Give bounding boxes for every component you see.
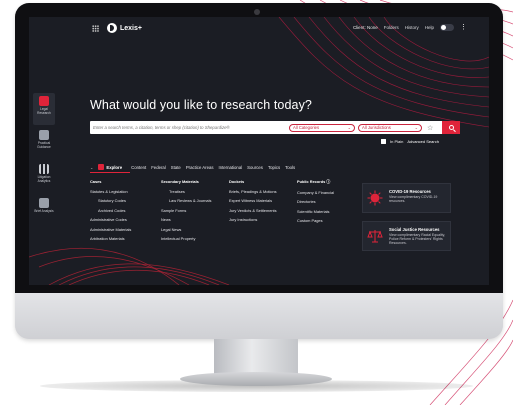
page-title: What would you like to research today? bbox=[90, 98, 312, 112]
theme-toggle[interactable] bbox=[440, 24, 454, 31]
list-item[interactable]: Company & Financial bbox=[297, 190, 334, 195]
list-item[interactable]: Statutory Codes bbox=[90, 198, 131, 203]
list-item[interactable]: Intellectual Property bbox=[161, 236, 211, 241]
tab-content[interactable]: Content bbox=[131, 165, 146, 170]
list-item[interactable]: News bbox=[161, 217, 211, 222]
column-head[interactable]: Public Records ⓘ bbox=[297, 179, 334, 185]
social-justice-resources-card[interactable]: Social Justice Resources View compliment… bbox=[362, 221, 451, 251]
covid-resources-card[interactable]: COVID-19 Resources View complimentary CO… bbox=[362, 183, 451, 213]
tab-federal[interactable]: Federal bbox=[151, 165, 166, 170]
explore-column-dockets: Dockets Briefs, Pleadings & Motions Expe… bbox=[229, 179, 277, 227]
list-item[interactable]: Law Reviews & Journals bbox=[161, 198, 211, 203]
tab-topics[interactable]: Topics bbox=[268, 165, 280, 170]
practical-guidance-icon bbox=[39, 130, 49, 140]
litigation-analytics-icon bbox=[39, 164, 49, 174]
explore-icon bbox=[98, 164, 105, 170]
explore-tabs: ⌄ Explore Content Federal State Practice… bbox=[90, 164, 295, 170]
chevron-down-icon[interactable]: ⌄ bbox=[90, 165, 93, 170]
chevron-down-icon: ⌄ bbox=[347, 125, 351, 130]
scales-of-justice-icon bbox=[367, 230, 383, 243]
lexis-logo-mark bbox=[107, 23, 117, 33]
top-bar: Lexis+ Client: None Folders History Help… bbox=[29, 17, 489, 39]
card-description: View complimentary Racial Equality, Poli… bbox=[389, 233, 446, 246]
rail-item-practical-guidance[interactable]: Practical Guidance bbox=[33, 127, 55, 159]
in-plain-label: In Plain bbox=[390, 139, 404, 144]
list-item[interactable]: Expert Witness Materials bbox=[229, 198, 277, 203]
active-tab-indicator bbox=[90, 172, 130, 173]
tab-international[interactable]: International bbox=[219, 165, 243, 170]
list-item[interactable]: Briefs, Pleadings & Motions bbox=[229, 189, 277, 194]
list-item[interactable]: Treatises bbox=[161, 189, 211, 194]
top-nav: Client: None Folders History Help ⋮ bbox=[353, 24, 467, 31]
star-icon[interactable]: ☆ bbox=[427, 124, 433, 132]
jurisdiction-select[interactable]: All Jurisdictions ⌄ bbox=[358, 123, 422, 132]
explore-column-secondary: Secondary Materials Treatises Law Review… bbox=[161, 179, 211, 246]
list-item[interactable]: Sample Forms bbox=[161, 208, 211, 213]
column-head[interactable]: Cases bbox=[90, 179, 131, 184]
app-name: Lexis+ bbox=[120, 24, 142, 32]
explore-column-cases: Cases Statutes & Legislation Statutory C… bbox=[90, 179, 131, 246]
brief-analysis-icon bbox=[39, 198, 49, 208]
stage: Lexis+ Client: None Folders History Help… bbox=[0, 0, 513, 405]
card-title: Social Justice Resources bbox=[389, 227, 440, 232]
list-item[interactable]: Scientific Materials bbox=[297, 209, 334, 214]
jurisdiction-select-value: All Jurisdictions bbox=[362, 125, 391, 130]
list-item[interactable]: Legal News bbox=[161, 227, 211, 232]
product-rail: Legal Research Practical Guidance Litiga… bbox=[33, 93, 55, 229]
list-item[interactable]: Arbitration Materials bbox=[90, 236, 131, 241]
covid-virus-icon bbox=[367, 190, 383, 206]
chevron-down-icon: ⌄ bbox=[414, 125, 418, 130]
rail-label: Brief Analysis bbox=[34, 209, 54, 213]
list-item[interactable]: Administrative Materials bbox=[90, 227, 131, 232]
tab-state[interactable]: State bbox=[171, 165, 181, 170]
search-icon bbox=[448, 125, 454, 130]
rail-label: Litigation Analytics bbox=[37, 175, 51, 183]
tab-explore[interactable]: Explore bbox=[98, 164, 122, 170]
column-head[interactable]: Dockets bbox=[229, 179, 277, 184]
list-item[interactable]: Archived Codes bbox=[90, 208, 131, 213]
lexis-logo[interactable]: Lexis+ bbox=[107, 22, 142, 34]
rail-label: Legal Research bbox=[37, 107, 51, 115]
list-item[interactable]: Jury Instructions bbox=[229, 217, 277, 222]
list-item[interactable]: Statutes & Legislation bbox=[90, 189, 131, 194]
category-select-value: All Categories bbox=[293, 125, 320, 130]
camera-icon bbox=[254, 9, 260, 15]
folders-link[interactable]: Folders bbox=[384, 25, 399, 30]
monitor-chin bbox=[15, 293, 503, 339]
list-item[interactable]: Jury Verdicts & Settlements bbox=[229, 208, 277, 213]
explore-column-public-records: Public Records ⓘ Company & Financial Dir… bbox=[297, 179, 334, 228]
rail-item-brief-analysis[interactable]: Brief Analysis bbox=[33, 195, 55, 227]
advanced-search-link[interactable]: Advanced Search bbox=[407, 139, 439, 144]
list-item[interactable]: Administrative Codes bbox=[90, 217, 131, 222]
tab-explore-label: Explore bbox=[106, 164, 123, 170]
list-item[interactable]: Directories bbox=[297, 199, 334, 204]
client-selector[interactable]: Client: None bbox=[353, 25, 378, 30]
more-menu-icon[interactable]: ⋮ bbox=[460, 24, 467, 31]
rail-label: Practical Guidance bbox=[37, 141, 51, 149]
search-button[interactable] bbox=[442, 121, 460, 134]
search-bar: All Categories ⌄ All Jurisdictions ⌄ ☆ bbox=[90, 121, 460, 134]
rail-item-litigation-analytics[interactable]: Litigation Analytics bbox=[33, 161, 55, 193]
in-plain-checkbox[interactable] bbox=[381, 139, 386, 144]
list-item[interactable]: Custom Pages bbox=[297, 218, 334, 223]
search-input[interactable] bbox=[90, 125, 286, 130]
rail-item-legal-research[interactable]: Legal Research bbox=[33, 93, 55, 125]
search-options: In Plain Advanced Search bbox=[381, 139, 439, 144]
app-screen: Lexis+ Client: None Folders History Help… bbox=[29, 17, 489, 285]
category-select[interactable]: All Categories ⌄ bbox=[289, 123, 355, 132]
help-link[interactable]: Help bbox=[425, 25, 434, 30]
tab-tools[interactable]: Tools bbox=[285, 165, 295, 170]
tab-practice-areas[interactable]: Practice Areas bbox=[186, 165, 214, 170]
tab-sources[interactable]: Sources bbox=[247, 165, 263, 170]
card-title: COVID-19 Resources bbox=[389, 189, 431, 194]
card-description: View complimentary COVID-19 resources. bbox=[389, 195, 438, 204]
history-link[interactable]: History bbox=[405, 25, 419, 30]
column-head[interactable]: Secondary Materials bbox=[161, 179, 211, 184]
monitor-stand-base bbox=[180, 372, 332, 386]
legal-research-icon bbox=[39, 96, 49, 106]
apps-grid-icon[interactable] bbox=[92, 25, 99, 32]
